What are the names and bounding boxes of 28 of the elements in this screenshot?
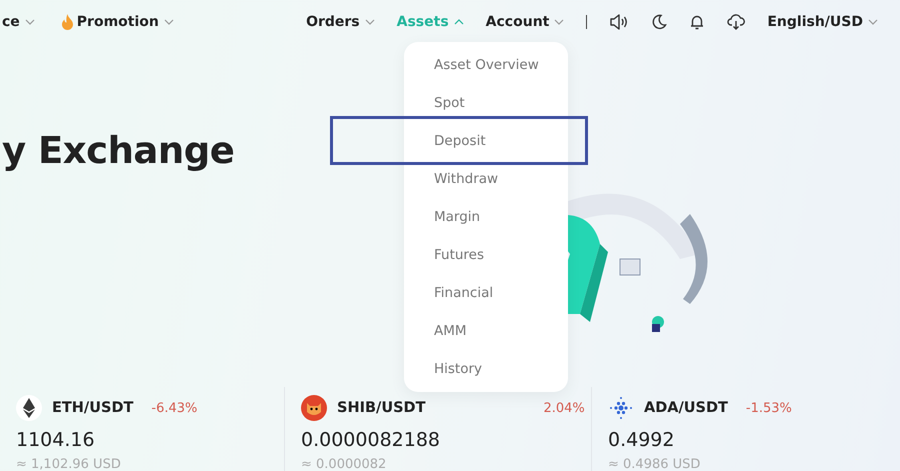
- hero-title: y Exchange: [2, 129, 234, 172]
- usd-equivalent: ≈ 1,102.96 USD: [16, 457, 122, 471]
- trading-pair: SHIB/USDT: [337, 400, 426, 416]
- dropdown-menu-item[interactable]: Asset Overview: [404, 57, 539, 73]
- dropdown-menu-item[interactable]: History: [404, 361, 482, 377]
- dropdown-menu-item[interactable]: Withdraw: [404, 171, 498, 187]
- dropdown-menu-item[interactable]: Futures: [404, 247, 484, 263]
- last-price: 0.4992: [608, 429, 676, 451]
- nav-menu-link[interactable]: Assets: [396, 14, 464, 30]
- dropdown-menu-item[interactable]: Margin: [404, 209, 480, 225]
- last-price: 0.0000082188: [301, 429, 442, 451]
- dropdown-menu-item[interactable]: AMM: [404, 323, 467, 339]
- trading-pair: ADA/USDT: [644, 400, 728, 416]
- dropdown-menu-item[interactable]: Deposit: [404, 133, 486, 149]
- nav-menu-link[interactable]: Promotion: [60, 14, 174, 30]
- price-change: -6.43%: [151, 400, 198, 416]
- nav-menu-link[interactable]: Account: [486, 14, 564, 30]
- language-selector[interactable]: English/USD: [767, 14, 878, 30]
- nav-menu-link[interactable]: Orders: [306, 14, 375, 30]
- price-change: 2.04%: [543, 400, 585, 416]
- dropdown-menu-item[interactable]: Spot: [404, 95, 465, 111]
- usd-equivalent: ≈ 0.0000082: [301, 457, 388, 471]
- dropdown-menu-item[interactable]: Financial: [404, 285, 494, 301]
- usd-equivalent: ≈ 0.4986 USD: [608, 457, 702, 471]
- last-price: 1104.16: [16, 429, 96, 451]
- nav-menu-link[interactable]: ce: [2, 14, 35, 30]
- trading-pair: ETH/USDT: [52, 400, 134, 416]
- price-change: -1.53%: [746, 400, 792, 416]
